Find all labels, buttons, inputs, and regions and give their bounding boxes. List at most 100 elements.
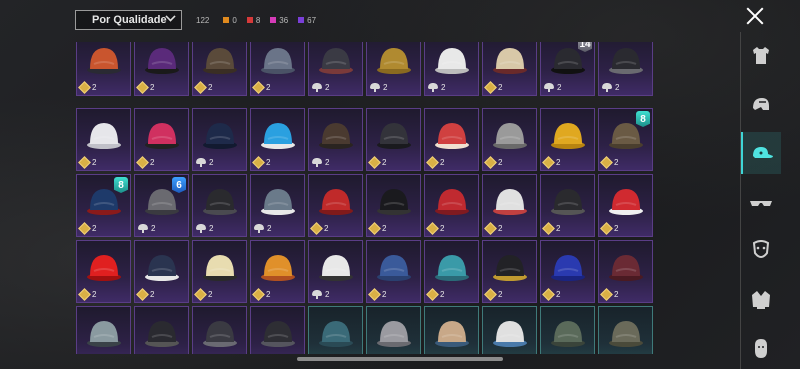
inventory-item[interactable]: 1 bbox=[482, 306, 537, 354]
close-button[interactable] bbox=[744, 5, 766, 27]
face-icon bbox=[755, 339, 767, 358]
category-outfit[interactable] bbox=[741, 35, 781, 77]
coin-icon bbox=[194, 81, 207, 94]
inventory-item[interactable]: 2 bbox=[192, 174, 247, 237]
inventory-item[interactable]: 2 bbox=[134, 240, 189, 303]
inventory-item[interactable]: 1 bbox=[598, 306, 653, 354]
inventory-item[interactable]: 2 bbox=[540, 240, 595, 303]
inventory-item[interactable]: 2 bbox=[250, 240, 305, 303]
item-image bbox=[200, 42, 240, 78]
category-mask[interactable] bbox=[741, 230, 781, 272]
inventory-item[interactable]: 62 bbox=[134, 174, 189, 237]
inventory-item[interactable]: 1 bbox=[366, 306, 421, 354]
category-cap[interactable] bbox=[741, 132, 781, 174]
inventory-item[interactable]: 2 bbox=[192, 108, 247, 171]
inventory-item[interactable]: 2 bbox=[598, 174, 653, 237]
inventory-item[interactable]: 2 bbox=[76, 42, 131, 96]
coin-icon bbox=[368, 288, 381, 301]
item-count: 2 bbox=[440, 290, 445, 299]
inventory-item[interactable]: 2 bbox=[366, 108, 421, 171]
inventory-item[interactable]: 82 bbox=[76, 174, 131, 237]
inventory-item[interactable]: 2 bbox=[308, 108, 363, 171]
item-count-row: 2 bbox=[252, 156, 271, 169]
inventory-item[interactable]: 2 bbox=[482, 174, 537, 237]
item-image bbox=[606, 42, 646, 78]
item-image bbox=[316, 249, 356, 285]
inventory-item[interactable]: 2 bbox=[250, 42, 305, 96]
item-count-row: 2 bbox=[428, 83, 445, 92]
count-red: 8 bbox=[246, 16, 260, 25]
inventory-item[interactable]: 2 bbox=[540, 108, 595, 171]
horizontal-scrollbar[interactable] bbox=[297, 357, 503, 361]
item-image bbox=[258, 183, 298, 219]
inventory-item[interactable]: 2 bbox=[424, 174, 479, 237]
item-image bbox=[490, 249, 530, 285]
cloud-token-icon bbox=[312, 290, 322, 299]
chevron-down-icon bbox=[165, 11, 176, 22]
inventory-item[interactable]: 2 bbox=[482, 240, 537, 303]
inventory-item[interactable]: 2 bbox=[366, 240, 421, 303]
item-count-row: 2 bbox=[542, 222, 560, 235]
item-image bbox=[374, 315, 414, 351]
count-orange: 0 bbox=[223, 16, 237, 25]
item-count-row: 2 bbox=[370, 83, 387, 92]
inventory-item[interactable]: 2 bbox=[76, 306, 131, 354]
inventory-item[interactable]: 2 bbox=[250, 108, 305, 171]
coin-icon bbox=[78, 156, 91, 169]
item-count-row: 2 bbox=[368, 156, 386, 169]
inventory-item[interactable]: 2 bbox=[424, 240, 479, 303]
coin-icon bbox=[252, 156, 265, 169]
inventory-item[interactable]: 2 bbox=[192, 240, 247, 303]
category-glasses[interactable] bbox=[741, 182, 781, 224]
inventory-item[interactable]: 2 bbox=[308, 174, 363, 237]
inventory-item[interactable]: 14 2 bbox=[540, 42, 595, 96]
category-face[interactable] bbox=[741, 328, 781, 369]
inventory-item[interactable]: 2 bbox=[308, 42, 363, 96]
inventory-item[interactable]: 2 bbox=[482, 42, 537, 96]
item-image bbox=[316, 315, 356, 351]
category-jacket[interactable] bbox=[741, 279, 781, 321]
item-count-row: 2 bbox=[78, 81, 96, 94]
item-count: 2 bbox=[498, 290, 503, 299]
inventory-item[interactable]: 2 bbox=[250, 174, 305, 237]
category-helmet[interactable] bbox=[741, 84, 781, 126]
item-image bbox=[142, 315, 182, 351]
inventory-item[interactable]: 2 bbox=[192, 42, 247, 96]
cap-icon bbox=[753, 147, 773, 158]
sort-dropdown[interactable]: Por Qualidade bbox=[75, 10, 182, 30]
inventory-item[interactable]: 2 bbox=[424, 108, 479, 171]
inventory-item[interactable]: 2 bbox=[598, 42, 653, 96]
inventory-item[interactable]: 2 bbox=[366, 174, 421, 237]
coin-icon bbox=[542, 288, 555, 301]
item-count: 2 bbox=[208, 290, 213, 299]
inventory-item[interactable]: 2 bbox=[598, 240, 653, 303]
item-image bbox=[374, 249, 414, 285]
coin-icon bbox=[484, 156, 497, 169]
inventory-item[interactable]: 1 bbox=[424, 306, 479, 354]
inventory-item[interactable]: 2 bbox=[134, 306, 189, 354]
item-count: 2 bbox=[266, 158, 271, 167]
inventory-item[interactable]: 1 bbox=[540, 306, 595, 354]
inventory-item[interactable]: 2 bbox=[482, 108, 537, 171]
inventory-item[interactable]: 2 bbox=[424, 42, 479, 96]
level-badge: 6 bbox=[172, 177, 186, 193]
item-count: 2 bbox=[150, 83, 155, 92]
inventory-item[interactable]: 2 bbox=[540, 174, 595, 237]
inventory-item[interactable]: 2 bbox=[366, 42, 421, 96]
inventory-item[interactable]: 2 bbox=[250, 306, 305, 354]
item-image bbox=[432, 42, 472, 78]
inventory-item[interactable]: 2 bbox=[308, 240, 363, 303]
inventory-item[interactable]: 2 bbox=[134, 108, 189, 171]
inventory-item[interactable]: 2 bbox=[76, 108, 131, 171]
inventory-item[interactable]: 2 bbox=[192, 306, 247, 354]
inventory-item[interactable]: 2 bbox=[76, 240, 131, 303]
coin-icon bbox=[484, 222, 497, 235]
item-image bbox=[548, 117, 588, 153]
item-count-row: 2 bbox=[426, 222, 444, 235]
inventory-item[interactable]: 82 bbox=[598, 108, 653, 171]
item-count: 2 bbox=[441, 83, 446, 92]
item-count-row: 2 bbox=[252, 81, 270, 94]
inventory-item[interactable]: 1 bbox=[308, 306, 363, 354]
item-count: 2 bbox=[614, 290, 619, 299]
inventory-item[interactable]: 2 bbox=[134, 42, 189, 96]
